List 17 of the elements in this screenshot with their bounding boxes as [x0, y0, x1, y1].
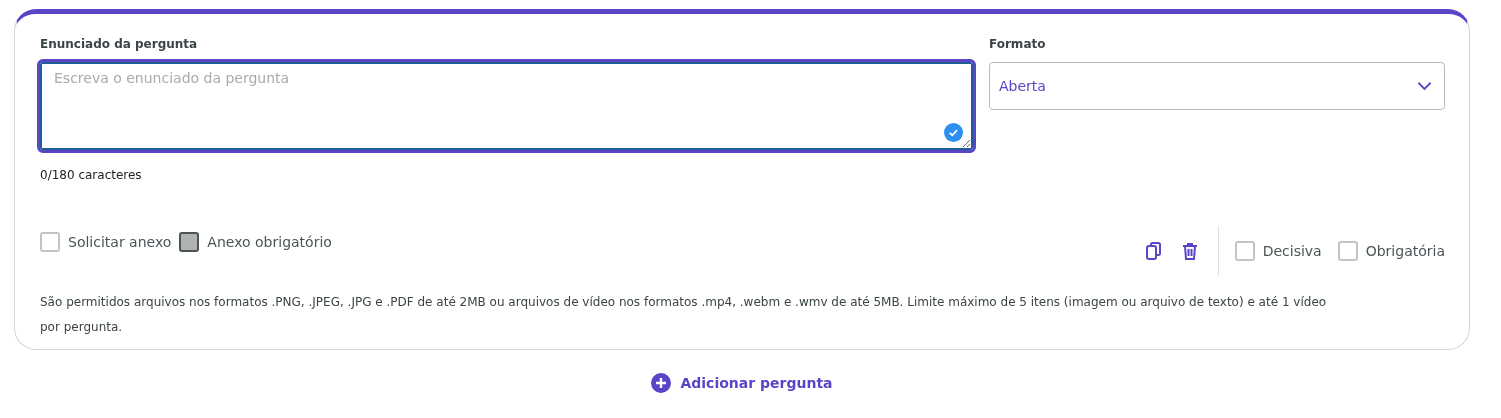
field-label: Enunciado da pergunta: [40, 37, 199, 51]
plus-icon: [651, 373, 672, 393]
checkbox-label: Solicitar anexo: [68, 234, 172, 250]
question-field[interactable]: Escreva o enunciado da pergunta: [40, 62, 973, 150]
add-question-button[interactable]: Adicionar pergunta: [651, 373, 833, 393]
copy-icon[interactable]: [1143, 241, 1164, 261]
checkbox[interactable]: [1337, 241, 1358, 261]
checkbox-label: Decisiva: [1262, 243, 1322, 259]
checkbox-label: Obrigatória: [1365, 243, 1445, 259]
checkbox[interactable]: [40, 232, 60, 252]
chevron-down-icon: [1417, 81, 1432, 91]
character-counter: 0/180 caracteres: [40, 168, 143, 182]
checkbox-label: Anexo obrigatório: [207, 234, 332, 250]
field-label: Formato: [989, 37, 1047, 51]
checkbox[interactable]: [1234, 241, 1255, 261]
help-text: São permitidos arquivos nos formatos .PNG, .JPEG, .JPG e .PDF de até 2MB ou arquivos de vídeo nos formatos .mp4, .webm e .wmv de até 5MB. Limite máximo de 5 itens (imagem ou arquivo de texto) e até 1 vídeo por pergunta.: [40, 294, 1328, 336]
format-select[interactable]: Aberta: [989, 62, 1445, 110]
